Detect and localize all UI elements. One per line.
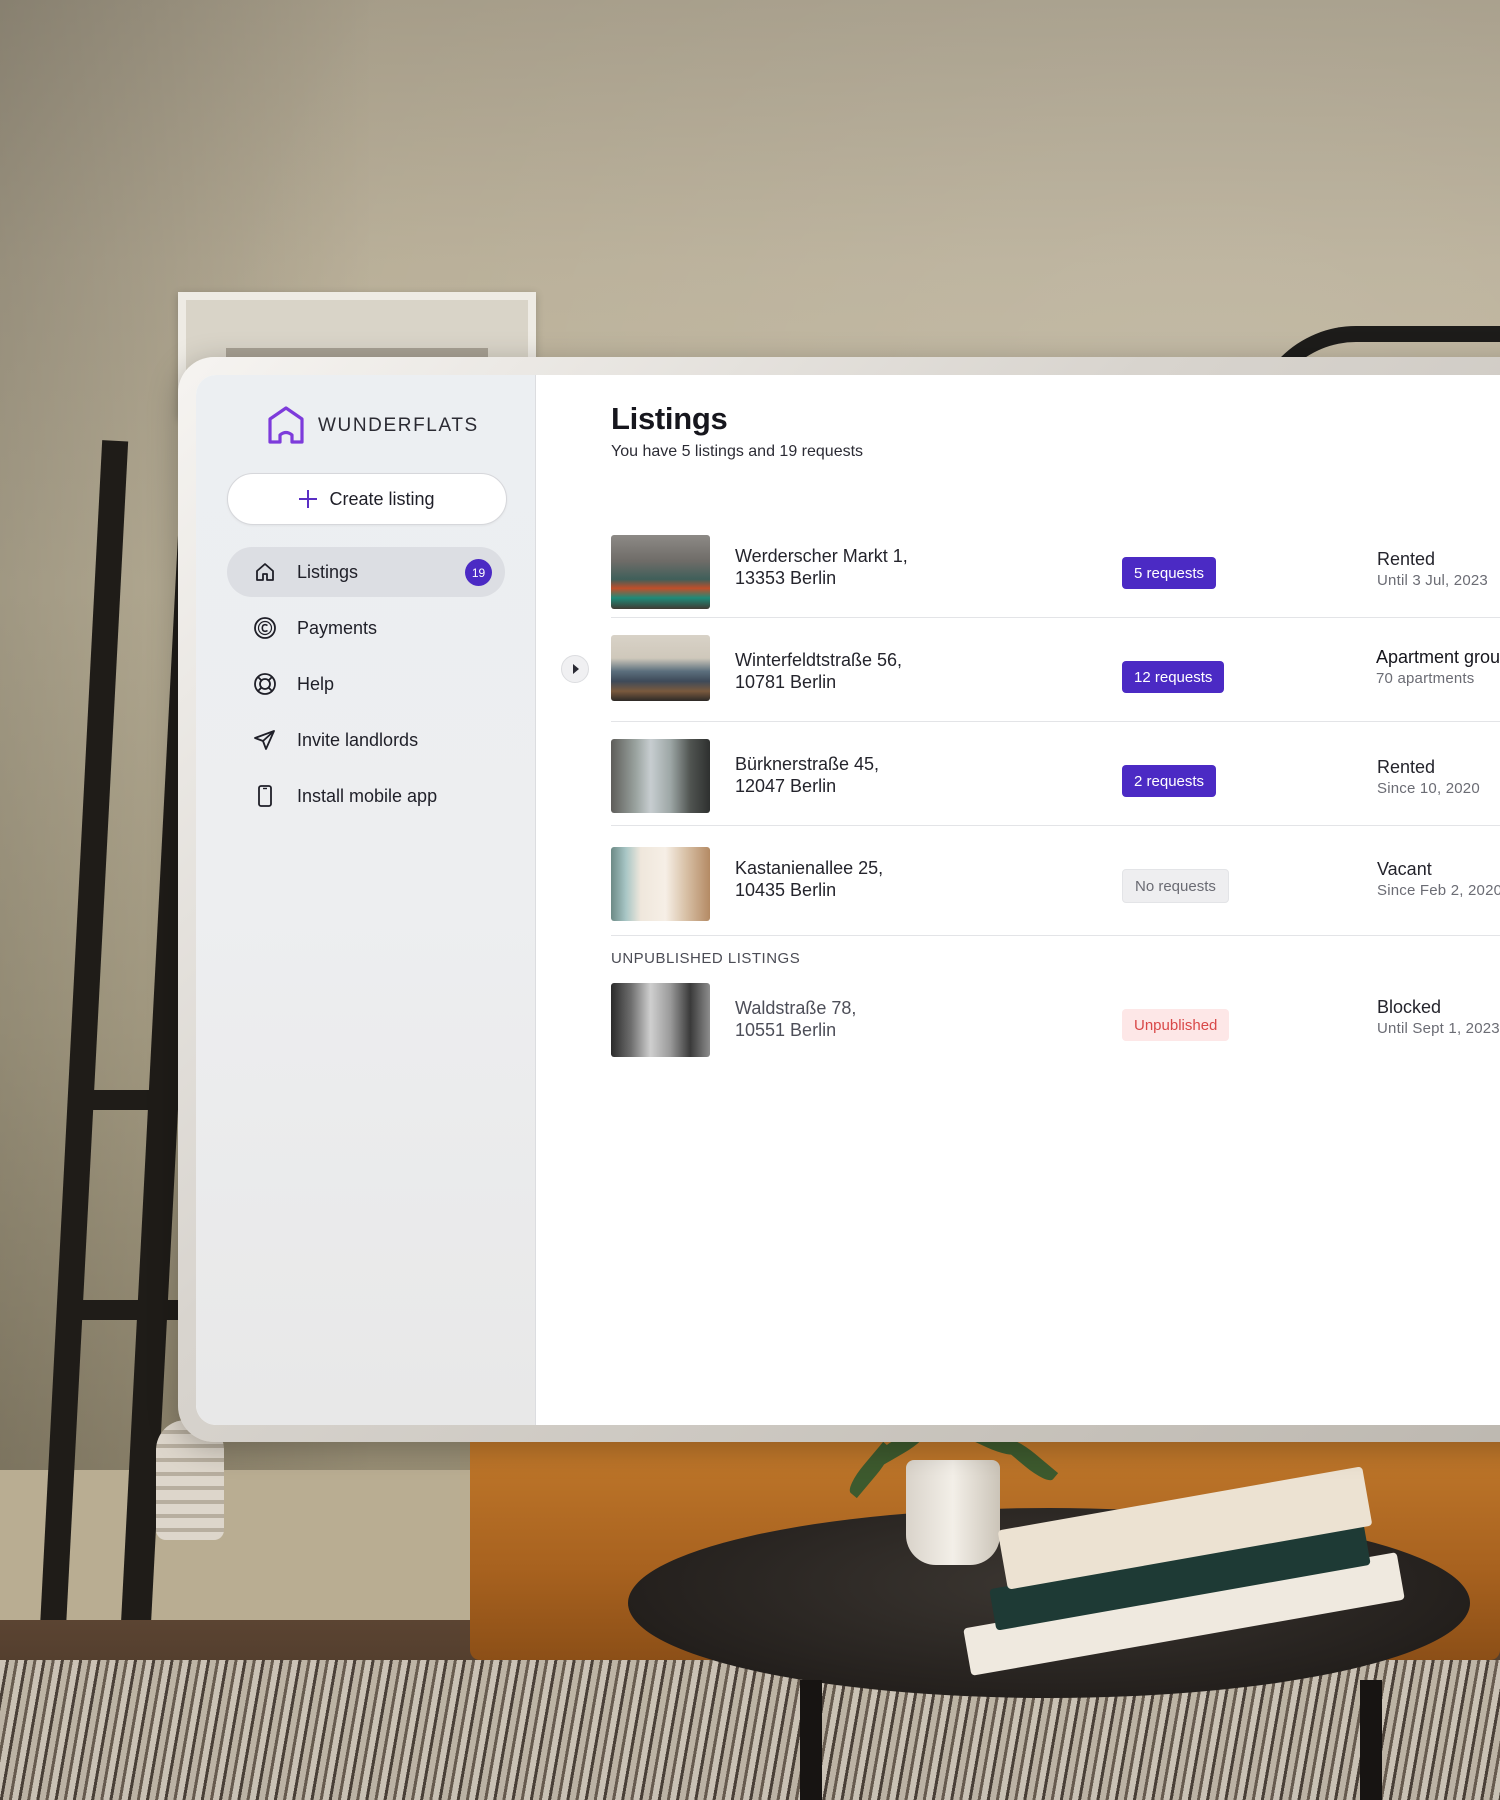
main-content: Listings You have 5 listings and 19 requ…: [536, 375, 1500, 1425]
listing-status: Vacant Since Feb 2, 2020: [1377, 859, 1500, 899]
plant-pot: [906, 1460, 1000, 1565]
listing-photo[interactable]: [611, 739, 710, 813]
sidebar-item-label: Help: [297, 673, 335, 694]
address-line1: Waldstraße 78,: [735, 998, 857, 1018]
address-line1: Werderscher Markt 1,: [735, 546, 908, 566]
page-title: Listings: [611, 401, 728, 436]
sidebar-item-label: Listings: [297, 561, 359, 582]
address-line2: 10781 Berlin: [735, 672, 837, 692]
status-title: Rented: [1377, 757, 1436, 777]
sidebar-item-help[interactable]: Help: [227, 659, 505, 709]
sidebar-item-payments[interactable]: Payments: [227, 603, 505, 653]
sidebar-item-label: Invite landlords: [297, 729, 419, 750]
wunderflats-logo-icon: [268, 406, 304, 444]
status-subtitle: Since Feb 2, 2020: [1377, 882, 1500, 899]
listing-row[interactable]: Bürknerstraße 45, 12047 Berlin 2 request…: [611, 721, 1500, 826]
listing-row[interactable]: Werderscher Markt 1, 13353 Berlin 5 requ…: [611, 513, 1500, 618]
listing-photo[interactable]: [611, 847, 710, 921]
unpublished-badge[interactable]: Unpublished: [1122, 1009, 1230, 1041]
shelf-board: [80, 1300, 190, 1320]
listing-address[interactable]: Kastanienallee 25, 10435 Berlin: [735, 857, 883, 901]
listings-count-badge: 19: [465, 559, 492, 586]
lifebuoy-icon: [253, 672, 277, 696]
expand-toggle[interactable]: [561, 655, 589, 683]
address-line1: Kastanienallee 25,: [735, 858, 884, 878]
status-subtitle: Since 10, 2020: [1377, 780, 1480, 797]
play-icon: [573, 664, 579, 674]
listing-row[interactable]: Winterfeldtstraße 56, 10781 Berlin 12 re…: [561, 617, 1500, 722]
requests-badge[interactable]: 2 requests: [1122, 765, 1217, 797]
payments-icon: [253, 616, 277, 640]
address-line2: 10551 Berlin: [735, 1020, 837, 1040]
listing-photo[interactable]: [611, 983, 710, 1057]
status-subtitle: Until 3 Jul, 2023: [1377, 572, 1488, 589]
address-line1: Winterfeldtstraße 56,: [735, 650, 903, 670]
listing-address[interactable]: Bürknerstraße 45, 12047 Berlin: [735, 753, 879, 797]
status-subtitle: Until Sept 1, 2023: [1377, 1020, 1500, 1037]
address-line1: Bürknerstraße 45,: [735, 754, 880, 774]
sidebar-nav: Listings 19 Payments Help Invite landlor…: [227, 547, 505, 827]
listing-status: Blocked Until Sept 1, 2023: [1377, 997, 1500, 1037]
listing-status: Rented Until 3 Jul, 2023: [1377, 549, 1488, 589]
page-subtitle: You have 5 listings and 19 requests: [611, 443, 864, 460]
listing-photo[interactable]: [611, 635, 710, 701]
sidebar: WUNDERFLATS Create listing Listings 19 P…: [196, 375, 536, 1425]
listing-address[interactable]: Werderscher Markt 1, 13353 Berlin: [735, 545, 908, 589]
listing-row[interactable]: Kastanienallee 25, 10435 Berlin No reque…: [611, 825, 1500, 936]
phone-icon: [253, 784, 277, 808]
sidebar-item-label: Payments: [297, 617, 378, 638]
sidebar-item-invite-landlords[interactable]: Invite landlords: [227, 715, 505, 765]
listing-status: Rented Since 10, 2020: [1377, 757, 1480, 797]
status-title: Rented: [1377, 549, 1436, 569]
status-subtitle: 70 apartments: [1376, 670, 1475, 687]
listing-address[interactable]: Waldstraße 78, 10551 Berlin: [735, 997, 856, 1041]
address-line2: 10435 Berlin: [735, 880, 837, 900]
listing-row[interactable]: Waldstraße 78, 10551 Berlin Unpublished …: [611, 965, 1500, 1069]
sidebar-item-install-mobile-app[interactable]: Install mobile app: [227, 771, 505, 821]
requests-badge[interactable]: 12 requests: [1122, 661, 1225, 693]
status-title: Apartment grou: [1376, 647, 1500, 667]
plus-icon: [299, 490, 318, 508]
sidebar-item-listings[interactable]: Listings 19: [227, 547, 505, 597]
status-title: Vacant: [1377, 859, 1432, 879]
address-line2: 12047 Berlin: [735, 776, 837, 796]
sidebar-item-label: Install mobile app: [297, 785, 438, 806]
shelf-board: [80, 1090, 190, 1110]
table-leg: [800, 1680, 822, 1800]
table-leg: [1360, 1680, 1382, 1800]
create-listing-button[interactable]: Create listing: [227, 473, 507, 525]
listing-address[interactable]: Winterfeldtstraße 56, 10781 Berlin: [735, 649, 902, 693]
requests-badge[interactable]: 5 requests: [1122, 557, 1217, 589]
create-listing-label: Create listing: [329, 488, 435, 509]
brand[interactable]: WUNDERFLATS: [266, 405, 479, 447]
requests-badge[interactable]: No requests: [1122, 869, 1229, 903]
status-title: Blocked: [1377, 997, 1442, 1017]
send-icon: [253, 728, 277, 752]
app-screen: WUNDERFLATS Create listing Listings 19 P…: [196, 375, 1500, 1425]
listing-status: Apartment grou 70 apartments: [1376, 647, 1500, 687]
home-icon: [253, 560, 277, 584]
brand-name: WUNDERFLATS: [318, 415, 479, 436]
address-line2: 13353 Berlin: [735, 568, 837, 588]
listing-photo[interactable]: [611, 535, 710, 609]
